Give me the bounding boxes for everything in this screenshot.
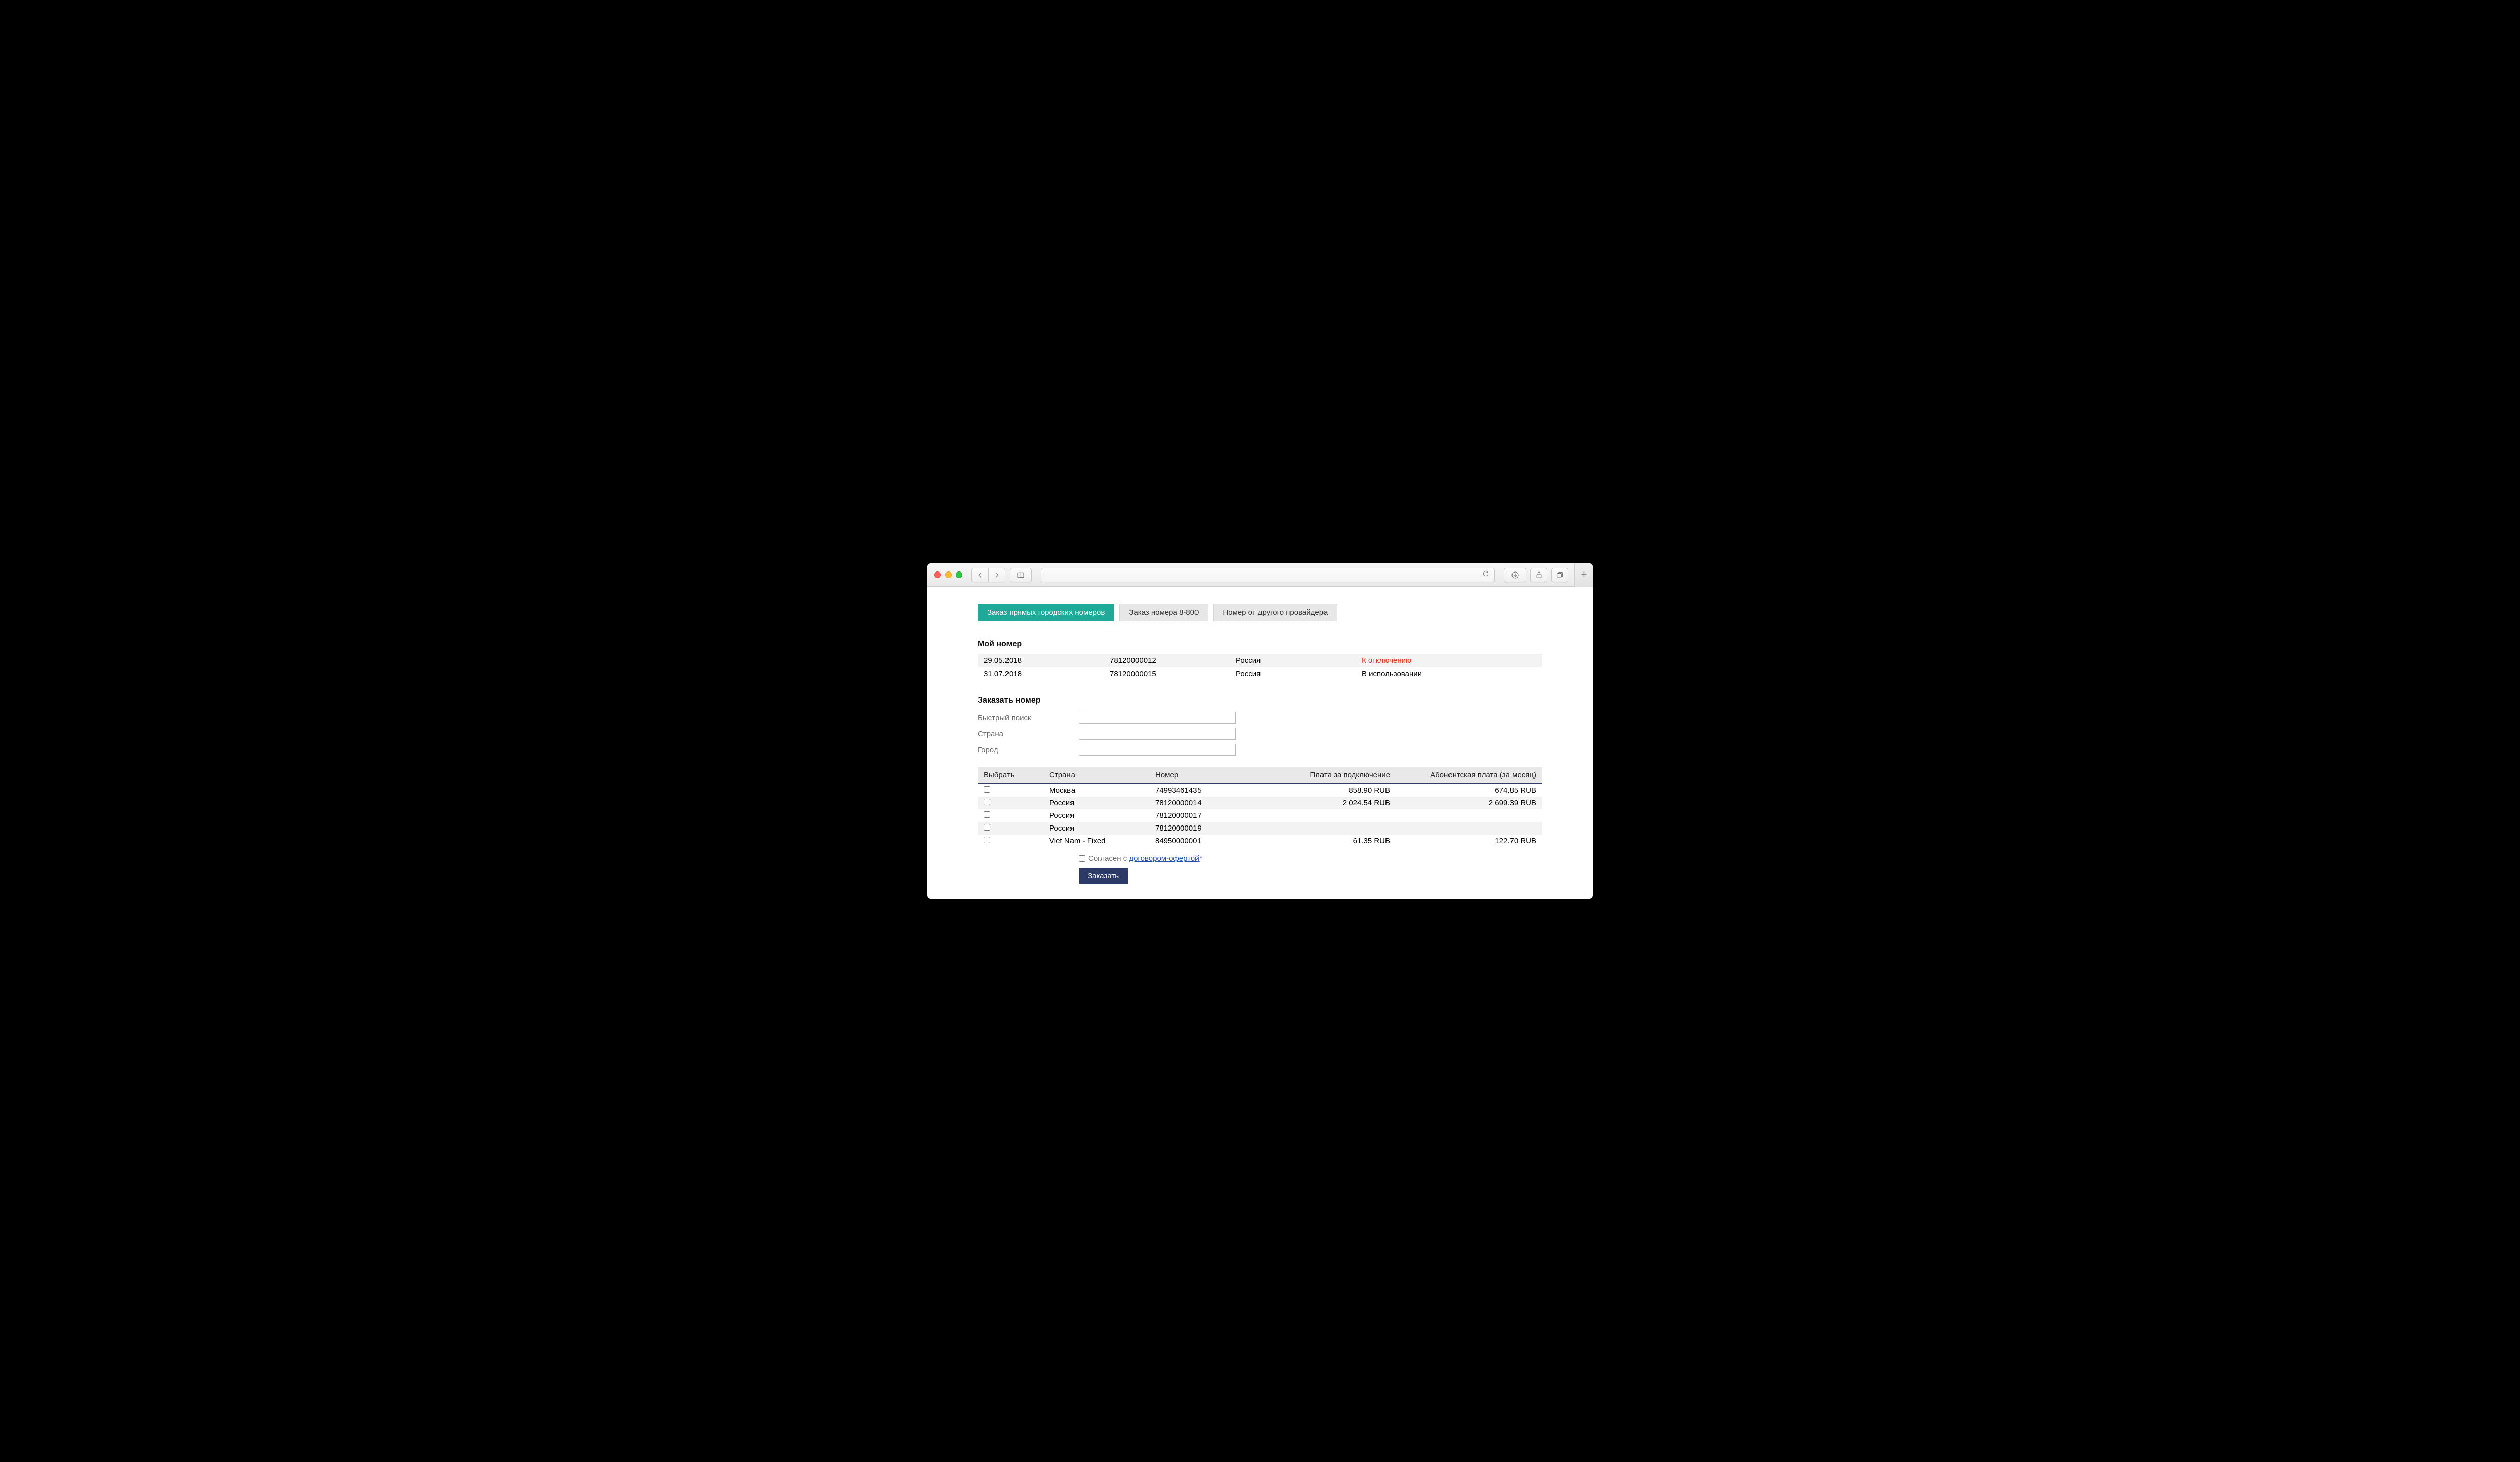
tab-direct-city[interactable]: Заказ прямых городских номеров	[978, 604, 1114, 621]
cell-number: 84950000001	[1149, 835, 1265, 847]
my-number-heading: Мой номер	[978, 640, 1542, 649]
table-row: Россия78120000017	[978, 809, 1542, 822]
my-numbers-table: 29.05.201878120000012РоссияК отключению3…	[978, 654, 1542, 681]
browser-window: + Заказ прямых городских номеров Заказ н…	[927, 563, 1593, 899]
cell-number: 78120000015	[1104, 667, 1230, 681]
cell-number: 78120000019	[1149, 822, 1265, 835]
address-bar-container	[1041, 568, 1495, 582]
table-row: Москва74993461435858.90 RUB674.85 RUB	[978, 784, 1542, 797]
show-tabs-button[interactable]	[1551, 568, 1568, 582]
col-setup-fee: Плата за подключение	[1265, 767, 1396, 784]
quick-search-row: Быстрый поиск	[978, 710, 1542, 725]
cell-setup-fee: 61.35 RUB	[1265, 835, 1396, 847]
table-row: Viet Nam - Fixed8495000000161.35 RUB122.…	[978, 835, 1542, 847]
table-row: Россия78120000019	[978, 822, 1542, 835]
cell-select	[978, 822, 1043, 835]
cell-monthly-fee: 2 699.39 RUB	[1396, 797, 1542, 809]
row-checkbox[interactable]	[984, 799, 990, 805]
order-button[interactable]: Заказать	[1079, 868, 1128, 884]
row-checkbox[interactable]	[984, 824, 990, 831]
col-number: Номер	[1149, 767, 1265, 784]
cell-country: Россия	[1043, 809, 1149, 822]
back-button[interactable]	[971, 568, 988, 582]
nav-buttons	[971, 568, 1005, 582]
quick-search-label: Быстрый поиск	[978, 714, 1079, 722]
table-row: Россия781200000142 024.54 RUB2 699.39 RU…	[978, 797, 1542, 809]
cell-country: Москва	[1043, 784, 1149, 797]
row-checkbox[interactable]	[984, 786, 990, 793]
page-content: Заказ прямых городских номеров Заказ ном…	[927, 587, 1593, 899]
cell-monthly-fee	[1396, 822, 1542, 835]
cell-select	[978, 797, 1043, 809]
address-bar[interactable]	[1041, 568, 1495, 582]
row-checkbox[interactable]	[984, 811, 990, 818]
traffic-lights	[934, 571, 962, 578]
table-row: 29.05.201878120000012РоссияК отключению	[978, 654, 1542, 667]
agreement-prefix: Согласен с	[1088, 854, 1129, 863]
table-row: 31.07.201878120000015РоссияВ использован…	[978, 667, 1542, 681]
cell-number: 74993461435	[1149, 784, 1265, 797]
cell-select	[978, 784, 1043, 797]
cell-date: 31.07.2018	[978, 667, 1104, 681]
share-button[interactable]	[1530, 568, 1547, 582]
col-select: Выбрать	[978, 767, 1043, 784]
minimize-window-button[interactable]	[945, 571, 952, 578]
forward-button[interactable]	[988, 568, 1005, 582]
cell-monthly-fee: 122.70 RUB	[1396, 835, 1542, 847]
cell-setup-fee: 858.90 RUB	[1265, 784, 1396, 797]
agreement-checkbox[interactable]	[1079, 855, 1085, 862]
city-label: Город	[978, 746, 1079, 754]
cell-country: Россия	[1230, 654, 1356, 667]
col-monthly-fee: Абонентская плата (за месяц)	[1396, 767, 1542, 784]
reload-icon[interactable]	[1482, 570, 1489, 580]
tab-other-provider[interactable]: Номер от другого провайдера	[1213, 604, 1337, 621]
cell-date: 29.05.2018	[978, 654, 1104, 667]
tab-8-800[interactable]: Заказ номера 8-800	[1119, 604, 1208, 621]
close-window-button[interactable]	[934, 571, 941, 578]
cell-setup-fee	[1265, 822, 1396, 835]
cell-monthly-fee: 674.85 RUB	[1396, 784, 1542, 797]
row-checkbox[interactable]	[984, 837, 990, 843]
country-row: Страна	[978, 726, 1542, 741]
cell-select	[978, 835, 1043, 847]
cell-country: Россия	[1230, 667, 1356, 681]
agreement-row: Согласен с договором-офертой*	[1079, 854, 1542, 863]
col-country: Страна	[1043, 767, 1149, 784]
cell-country: Россия	[1043, 822, 1149, 835]
cell-number: 78120000012	[1104, 654, 1230, 667]
order-number-heading: Заказать номер	[978, 696, 1542, 705]
maximize-window-button[interactable]	[956, 571, 962, 578]
country-label: Страна	[978, 730, 1079, 738]
sidebar-toggle-button[interactable]	[1010, 568, 1032, 582]
agreement-suffix: *	[1200, 854, 1203, 863]
browser-toolbar: +	[927, 563, 1593, 587]
cell-status: К отключению	[1356, 654, 1542, 667]
cell-number: 78120000014	[1149, 797, 1265, 809]
cell-status: В использовании	[1356, 667, 1542, 681]
cell-country: Viet Nam - Fixed	[1043, 835, 1149, 847]
cell-country: Россия	[1043, 797, 1149, 809]
country-input[interactable]	[1079, 728, 1236, 740]
cell-number: 78120000017	[1149, 809, 1265, 822]
cell-monthly-fee	[1396, 809, 1542, 822]
city-input[interactable]	[1079, 744, 1236, 756]
available-numbers-table: Выбрать Страна Номер Плата за подключени…	[978, 767, 1542, 847]
cell-setup-fee	[1265, 809, 1396, 822]
new-tab-button[interactable]: +	[1574, 563, 1593, 587]
city-row: Город	[978, 742, 1542, 757]
number-type-tabs: Заказ прямых городских номеров Заказ ном…	[978, 604, 1542, 621]
quick-search-input[interactable]	[1079, 712, 1236, 724]
downloads-button[interactable]	[1504, 568, 1526, 582]
agreement-link[interactable]: договором-офертой	[1129, 854, 1199, 863]
cell-select	[978, 809, 1043, 822]
cell-setup-fee: 2 024.54 RUB	[1265, 797, 1396, 809]
